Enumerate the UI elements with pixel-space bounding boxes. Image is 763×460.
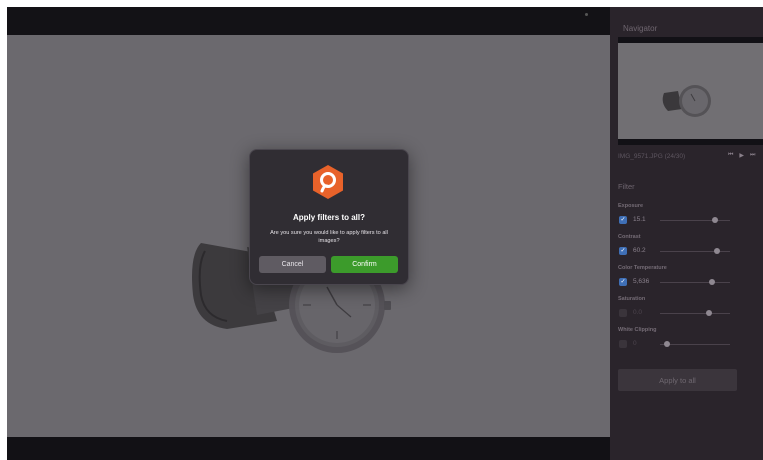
filter-label: White Clipping	[618, 327, 657, 333]
filter-label: Exposure	[618, 203, 644, 209]
navigator-controls: ⏮ ▶ ⏭	[728, 152, 755, 159]
side-panel: Navigator IMG_9571.JPG (24/30) ⏮ ▶ ⏭ Fil…	[610, 7, 763, 460]
status-dot	[585, 13, 588, 16]
confirm-dialog: Apply filters to all? Are you sure you w…	[249, 149, 409, 285]
filter-checkbox[interactable]: ✓	[619, 278, 627, 286]
filter-value: 0.0	[633, 309, 643, 316]
apply-to-all-button[interactable]: Apply to all	[618, 369, 737, 391]
filter-label: Saturation	[618, 296, 646, 302]
filter-slider-track[interactable]	[660, 313, 730, 314]
app-logo-icon	[311, 164, 345, 200]
filter-slider-knob[interactable]	[706, 310, 712, 316]
filter-slider-knob[interactable]	[664, 341, 670, 347]
dialog-title: Apply filters to all?	[292, 213, 365, 222]
confirm-button[interactable]: Confirm	[331, 256, 398, 273]
filter-slider-track[interactable]	[660, 282, 730, 283]
filter-title: Filter	[618, 182, 635, 191]
filter-label: Color Temperature	[618, 265, 667, 271]
viewer-bottom-bar	[7, 437, 610, 460]
filter-slider-track[interactable]	[660, 220, 730, 221]
navigator-thumbnail[interactable]	[618, 37, 763, 145]
filter-value: 5,636	[633, 278, 650, 285]
filter-slider-track[interactable]	[660, 344, 730, 345]
filter-checkbox[interactable]: ✓	[619, 340, 627, 348]
dialog-message: Are you sure you would like to apply fil…	[270, 230, 388, 244]
skip-back-icon[interactable]: ⏮	[728, 152, 733, 159]
navigator-title: Navigator	[623, 24, 658, 33]
filter-checkbox[interactable]: ✓	[619, 247, 627, 255]
navigator-image	[618, 43, 763, 139]
filter-slider-knob[interactable]	[708, 279, 715, 285]
filter-value: 15.1	[633, 216, 646, 223]
app-window: Navigator IMG_9571.JPG (24/30) ⏮ ▶ ⏭ Fil…	[7, 7, 763, 460]
filter-slider-knob[interactable]	[714, 248, 721, 254]
skip-forward-icon[interactable]: ⏭	[750, 152, 755, 159]
play-icon[interactable]: ▶	[739, 152, 744, 159]
filter-checkbox[interactable]: ✓	[619, 309, 627, 317]
filter-value: 0	[633, 340, 637, 347]
filter-slider-knob[interactable]	[711, 217, 718, 223]
viewer-top-bar	[7, 7, 610, 35]
filter-checkbox[interactable]: ✓	[619, 216, 627, 224]
cancel-button[interactable]: Cancel	[259, 256, 326, 273]
filter-value: 60.2	[633, 247, 646, 254]
navigator-file-info: IMG_9571.JPG (24/30)	[618, 153, 686, 160]
filter-label: Contrast	[618, 234, 641, 240]
